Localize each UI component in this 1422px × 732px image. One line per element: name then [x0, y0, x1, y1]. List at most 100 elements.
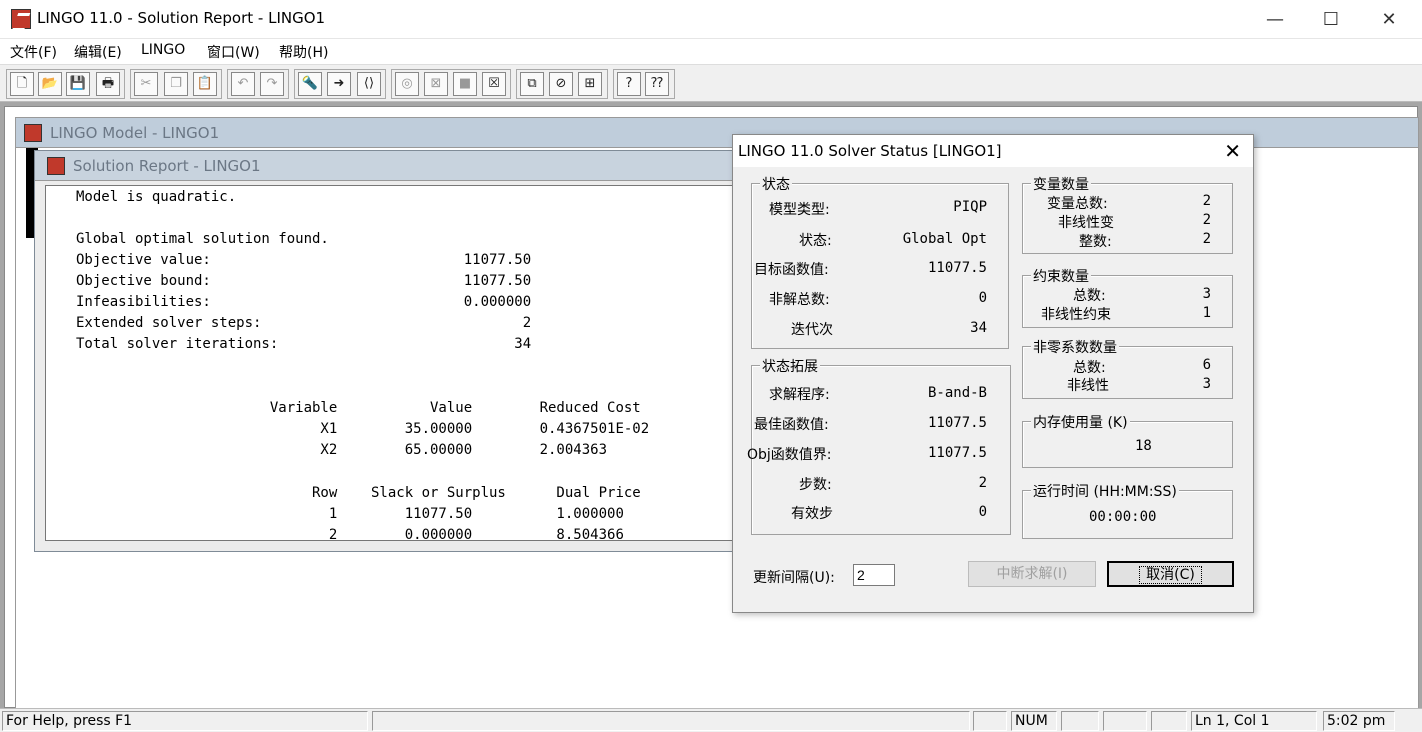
close-all-icon[interactable]: ☒ — [482, 72, 506, 96]
nonlinear-variables-value: 2 — [1202, 212, 1211, 228]
infeasibilities-label: 非解总数: — [769, 292, 830, 308]
redo-icon[interactable]: ↷ — [260, 72, 284, 96]
status-message-panel — [372, 711, 970, 731]
report-line: Global optimal solution found. — [76, 231, 329, 247]
nonlinear-constraints-value: 1 — [1202, 305, 1211, 321]
open-icon[interactable]: 📂 — [38, 72, 62, 96]
total-nonzeros-value: 6 — [1202, 357, 1211, 373]
report-line: Infeasibilities: 0.000000 — [76, 294, 532, 310]
maximize-button[interactable]: ☐ — [1308, 6, 1354, 34]
status-rec-panel — [1151, 711, 1187, 731]
active-steps-label: 有效步 — [791, 506, 833, 522]
new-icon[interactable]: 🗋 — [10, 72, 34, 96]
help-icon[interactable]: ? — [617, 72, 641, 96]
report-line: Objective value: 11077.50 — [76, 252, 532, 268]
lingo-app-icon — [11, 9, 31, 29]
solver-type-value: B-and-B — [927, 385, 987, 401]
status-value: Global Opt — [902, 231, 987, 247]
report-line: 1 11077.50 1.000000 — [76, 506, 624, 522]
menu-help[interactable]: 帮助(H) — [279, 42, 328, 62]
nonzeros-legend: 非零系数数量 — [1031, 337, 1119, 357]
report-line: Total solver iterations: 34 — [76, 336, 532, 352]
runtime-value: 00:00:00 — [1089, 509, 1157, 525]
copy-icon[interactable]: ❐ — [164, 72, 188, 96]
undo-icon[interactable]: ↶ — [231, 72, 255, 96]
menu-edit[interactable]: 编辑(E) — [74, 42, 122, 62]
active-steps-value: 0 — [978, 504, 987, 520]
total-nonzeros-label: 总数: — [1073, 360, 1106, 376]
status-bar: For Help, press F1 NUM Ln 1, Col 1 5:02 … — [0, 708, 1422, 732]
total-variables-value: 2 — [1202, 193, 1211, 209]
solution-report-window[interactable]: Solution Report - LINGO1 Model is quadra… — [34, 150, 735, 552]
constraints-legend: 约束数量 — [1031, 266, 1091, 286]
update-interval-input[interactable] — [853, 564, 895, 586]
objective-bound-value: 11077.5 — [927, 445, 987, 461]
report-line: Extended solver steps: 2 — [76, 315, 532, 331]
cancel-button[interactable]: 取消(C) — [1107, 561, 1234, 587]
status-scroll-panel — [1061, 711, 1099, 731]
print-icon[interactable]: 🖶 — [96, 72, 120, 96]
cancel-button-label: 取消(C) — [1139, 566, 1202, 584]
iterations-label: 迭代次 — [791, 322, 833, 338]
match-icon[interactable]: ⟨⟩ — [357, 72, 381, 96]
total-variables-label: 变量总数: — [1047, 196, 1108, 212]
send-back-icon[interactable]: ⧉ — [520, 72, 544, 96]
status-group-legend: 状态 — [760, 174, 792, 194]
steps-value: 2 — [978, 475, 987, 491]
iterations-value: 34 — [970, 320, 987, 336]
memory-value: 18 — [1135, 438, 1152, 454]
nonlinear-constraints-label: 非线性约束 — [1041, 307, 1111, 323]
interrupt-solver-button[interactable]: 中断求解(I) — [968, 561, 1096, 587]
report-line: 2 0.000000 8.504366 — [76, 527, 624, 541]
report-window-icon — [47, 157, 65, 175]
variables-legend: 变量数量 — [1031, 174, 1091, 194]
cut-icon[interactable]: ✂ — [134, 72, 158, 96]
integer-variables-label: 整数: — [1079, 234, 1112, 250]
report-line: Variable Value Reduced Cost — [76, 400, 641, 416]
solver-dialog-title: LINGO 11.0 Solver Status [LINGO1] — [738, 142, 1002, 160]
memory-group: 内存使用量 (K) — [1022, 412, 1233, 468]
status-help-text: For Help, press F1 — [2, 711, 368, 731]
menu-file[interactable]: 文件(F) — [10, 42, 57, 62]
context-help-icon[interactable]: ⁇ — [645, 72, 669, 96]
lingo-model-icon — [24, 124, 42, 142]
status-clock: 5:02 pm — [1323, 711, 1395, 731]
goto-icon[interactable]: ➜ — [327, 72, 351, 96]
model-type-value: PIQP — [953, 199, 987, 215]
runtime-legend: 运行时间 (HH:MM:SS) — [1031, 481, 1179, 501]
window-title: LINGO 11.0 - Solution Report - LINGO1 — [37, 9, 326, 27]
toolbar: 🗋 📂 💾 🖶 ✂ ❐ 📋 ↶ ↷ 🔦 ➜ ⟨⟩ ◎ ⊠ ■ ☒ ⧉ ⊘ ⊞ ?… — [0, 64, 1422, 102]
stop-icon[interactable]: ■ — [453, 72, 477, 96]
objective-value-label: 目标函数值: — [754, 262, 829, 278]
report-window-title-bar[interactable]: Solution Report - LINGO1 — [35, 151, 733, 181]
report-line: X2 65.00000 2.004363 — [76, 442, 608, 458]
solution-icon[interactable]: ⊠ — [424, 72, 448, 96]
minimize-button[interactable]: — — [1252, 6, 1298, 34]
total-constraints-label: 总数: — [1073, 288, 1106, 304]
save-icon[interactable]: 💾 — [66, 72, 90, 96]
solver-status-dialog[interactable]: LINGO 11.0 Solver Status [LINGO1] ✕ 状态 模… — [732, 134, 1254, 613]
menu-bar: 文件(F) 编辑(E) LINGO 窗口(W) 帮助(H) — [0, 40, 1422, 64]
update-interval-label: 更新间隔(U): — [753, 570, 835, 586]
solver-dialog-close-icon[interactable]: ✕ — [1224, 139, 1241, 163]
solver-dialog-title-bar[interactable]: LINGO 11.0 Solver Status [LINGO1] ✕ — [733, 135, 1253, 167]
solve-icon[interactable]: ◎ — [395, 72, 419, 96]
cascade-icon[interactable]: ⊘ — [549, 72, 573, 96]
menu-window[interactable]: 窗口(W) — [207, 42, 260, 62]
integer-variables-value: 2 — [1202, 231, 1211, 247]
memory-legend: 内存使用量 (K) — [1031, 412, 1130, 432]
tile-icon[interactable]: ⊞ — [578, 72, 602, 96]
steps-label: 步数: — [799, 477, 832, 493]
find-icon[interactable]: 🔦 — [298, 72, 322, 96]
menu-lingo[interactable]: LINGO — [141, 42, 185, 58]
status-cursor-position: Ln 1, Col 1 — [1191, 711, 1317, 731]
objective-value: 11077.5 — [927, 260, 987, 276]
status-ovr-panel — [1103, 711, 1147, 731]
nonlinear-variables-label: 非线性变 — [1058, 215, 1114, 231]
close-button[interactable]: ✕ — [1366, 6, 1412, 34]
status-caps-panel — [973, 711, 1007, 731]
title-bar: LINGO 11.0 - Solution Report - LINGO1 — … — [0, 0, 1422, 39]
status-num-indicator: NUM — [1011, 711, 1057, 731]
paste-icon[interactable]: 📋 — [193, 72, 217, 96]
solution-report-text[interactable]: Model is quadratic. Global optimal solut… — [45, 185, 735, 541]
